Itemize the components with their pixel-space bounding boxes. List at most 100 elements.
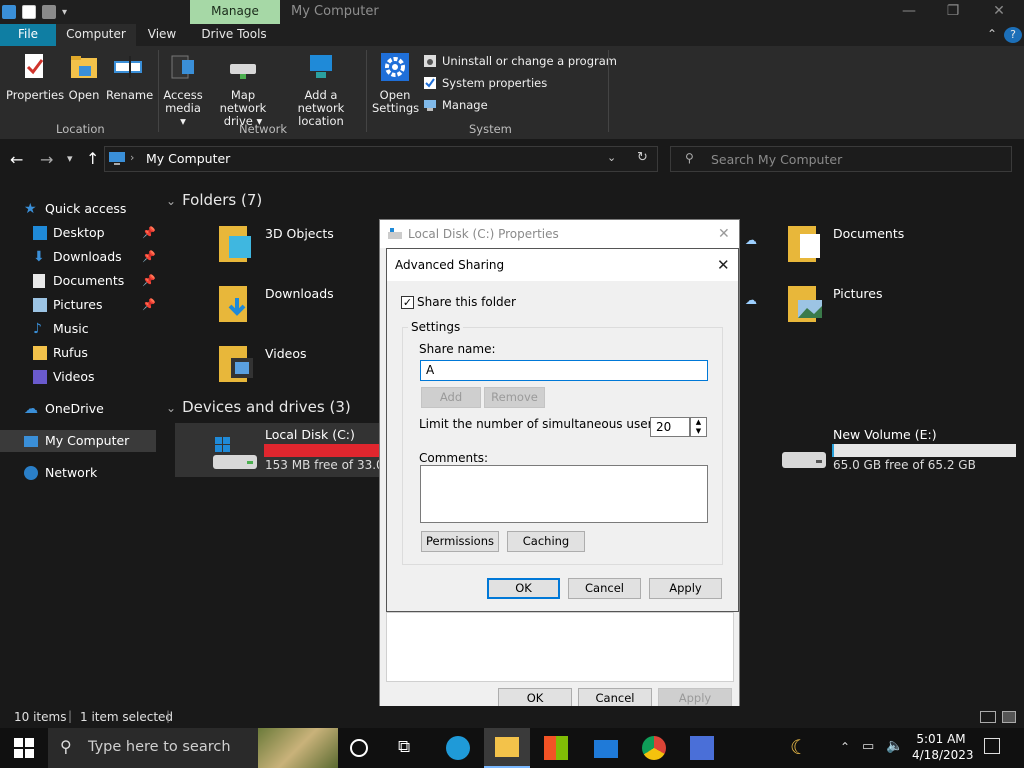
drive-e-name[interactable]: New Volume (E:) (833, 427, 937, 442)
computer-icon[interactable] (2, 5, 16, 19)
manage-button[interactable]: Manage (423, 98, 488, 112)
customize-qat-chevron-icon[interactable]: ▾ (62, 7, 67, 18)
tab-file[interactable]: File (0, 24, 56, 46)
3d-objects-folder-icon[interactable] (219, 222, 255, 262)
properties-close-icon[interactable]: ✕ (718, 220, 730, 248)
taskbar-search-box[interactable]: ⚲ Type here to search (48, 728, 338, 768)
system-properties-button[interactable]: System properties (423, 76, 547, 90)
uninstall-icon (424, 55, 436, 67)
task-view-icon[interactable]: ⧉ (398, 737, 422, 761)
details-view-icon[interactable] (980, 711, 996, 723)
app-icon[interactable] (690, 736, 714, 760)
selection-count: 1 item selected (80, 710, 174, 724)
folder-label-downloads[interactable]: Downloads (265, 286, 334, 301)
folders-section-header[interactable]: ⌄ Folders (7) (166, 191, 262, 209)
folder-label-videos[interactable]: Videos (265, 346, 307, 361)
breadcrumb-path[interactable]: My Computer (146, 151, 230, 166)
advanced-sharing-close-icon[interactable]: ✕ (717, 249, 730, 281)
properties-check-icon[interactable] (22, 5, 36, 19)
new-folder-icon[interactable] (42, 5, 56, 19)
night-light-moon-icon[interactable]: ☾ (790, 735, 814, 759)
nav-music[interactable]: ♪ Music (0, 318, 156, 340)
microsoft-store-icon[interactable] (544, 736, 568, 760)
advanced-cancel-button[interactable]: Cancel (568, 578, 641, 599)
help-icon[interactable]: ? (1004, 27, 1022, 43)
share-name-input[interactable]: A (420, 360, 708, 381)
tab-drive-tools[interactable]: Drive Tools (190, 24, 278, 46)
up-arrow-icon[interactable]: ↑ (86, 149, 99, 168)
devices-section-header[interactable]: ⌄ Devices and drives (3) (166, 398, 351, 416)
open-settings-button[interactable]: Open Settings (372, 50, 419, 115)
refresh-icon[interactable]: ↻ (637, 150, 648, 165)
drive-c-tile[interactable]: Local Disk (C:) 153 MB free of 33.0 GB (175, 423, 385, 477)
folder-label-3d-objects[interactable]: 3D Objects (265, 226, 334, 241)
show-hidden-icons-chevron-icon[interactable]: ⌃ (840, 740, 850, 754)
maximize-button[interactable]: ❐ (930, 0, 976, 24)
nav-rufus[interactable]: Rufus (0, 342, 156, 364)
advanced-ok-button[interactable]: OK (487, 578, 560, 599)
folder-icon (33, 346, 47, 360)
cortana-icon[interactable] (350, 739, 368, 757)
advanced-apply-button[interactable]: Apply (649, 578, 722, 599)
network-status-icon[interactable]: ▭ (862, 739, 874, 754)
nav-onedrive[interactable]: ☁ OneDrive (0, 398, 156, 420)
open-button[interactable]: Open (66, 50, 102, 102)
add-network-location-button[interactable]: Add a network location (282, 50, 360, 128)
folder-label-documents[interactable]: Documents (833, 226, 904, 241)
share-this-folder-label[interactable]: Share this folder (417, 295, 516, 309)
hard-drive-icon[interactable] (782, 446, 826, 472)
large-icons-view-icon[interactable] (1002, 711, 1016, 723)
spinner-down-icon[interactable]: ▼ (691, 427, 706, 436)
start-windows-icon[interactable] (14, 738, 34, 758)
downloads-folder-icon[interactable] (219, 282, 255, 322)
folder-label-pictures[interactable]: Pictures (833, 286, 883, 301)
nav-documents[interactable]: Documents 📌 (0, 270, 156, 292)
forward-arrow-icon[interactable]: → (40, 150, 53, 169)
onedrive-status-cloud-icon: ☁ (745, 233, 757, 247)
address-bar[interactable]: › My Computer ⌄ ↻ (104, 146, 658, 172)
address-dropdown-chevron-icon[interactable]: ⌄ (607, 151, 616, 164)
rename-button[interactable]: Rename (106, 50, 153, 102)
file-explorer-taskbar-button[interactable] (484, 728, 530, 768)
volume-icon[interactable]: 🔈 (886, 738, 903, 754)
nav-my-computer[interactable]: My Computer (0, 430, 156, 452)
nav-pictures[interactable]: Pictures 📌 (0, 294, 156, 316)
spinner-up-icon[interactable]: ▲ (691, 418, 706, 427)
edge-browser-icon[interactable] (446, 736, 470, 760)
minimize-button[interactable]: — (886, 0, 932, 24)
nav-network[interactable]: Network (0, 462, 156, 484)
tab-view[interactable]: View (137, 24, 187, 46)
nav-desktop[interactable]: Desktop 📌 (0, 222, 156, 244)
clock[interactable]: 5:01 AM 4/18/2023 (912, 731, 974, 763)
permissions-button[interactable]: Permissions (421, 531, 499, 552)
documents-folder-icon[interactable] (788, 222, 824, 262)
map-network-drive-button[interactable]: Map network drive ▾ (206, 50, 280, 128)
back-arrow-icon[interactable]: ← (10, 150, 23, 169)
recent-locations-chevron-icon[interactable]: ▾ (67, 152, 73, 165)
share-this-folder-checkbox[interactable]: ✓ (401, 296, 414, 309)
videos-folder-icon[interactable] (219, 342, 255, 382)
nav-videos[interactable]: Videos (0, 366, 156, 388)
nav-quick-access[interactable]: ★ Quick access (0, 198, 156, 220)
remove-share-button[interactable]: Remove (484, 387, 545, 408)
mail-icon[interactable] (594, 740, 618, 758)
user-limit-input[interactable]: 20 (650, 417, 690, 437)
system-properties-icon (424, 77, 436, 89)
properties-button[interactable]: Properties (6, 50, 64, 102)
search-box[interactable]: ⚲ Search My Computer (670, 146, 1012, 172)
nav-downloads[interactable]: ⬇ Downloads 📌 (0, 246, 156, 268)
add-share-button[interactable]: Add (421, 387, 481, 408)
chrome-browser-icon[interactable] (642, 736, 666, 760)
manage-context-tab[interactable]: Manage (190, 0, 280, 24)
notifications-icon[interactable] (984, 738, 1000, 754)
access-media-button[interactable]: Access media ▾ (162, 50, 204, 128)
close-button[interactable]: ✕ (976, 0, 1022, 24)
collapse-ribbon-icon[interactable]: ⌃ (984, 24, 1000, 46)
properties-title: Local Disk (C:) Properties (408, 227, 559, 241)
pictures-folder-icon[interactable] (788, 282, 824, 322)
tab-computer[interactable]: Computer (56, 24, 136, 46)
comments-textarea[interactable] (420, 465, 708, 523)
uninstall-program-button[interactable]: Uninstall or change a program (423, 54, 617, 68)
user-limit-spinner[interactable]: ▲ ▼ (690, 417, 707, 437)
caching-button[interactable]: Caching (507, 531, 585, 552)
